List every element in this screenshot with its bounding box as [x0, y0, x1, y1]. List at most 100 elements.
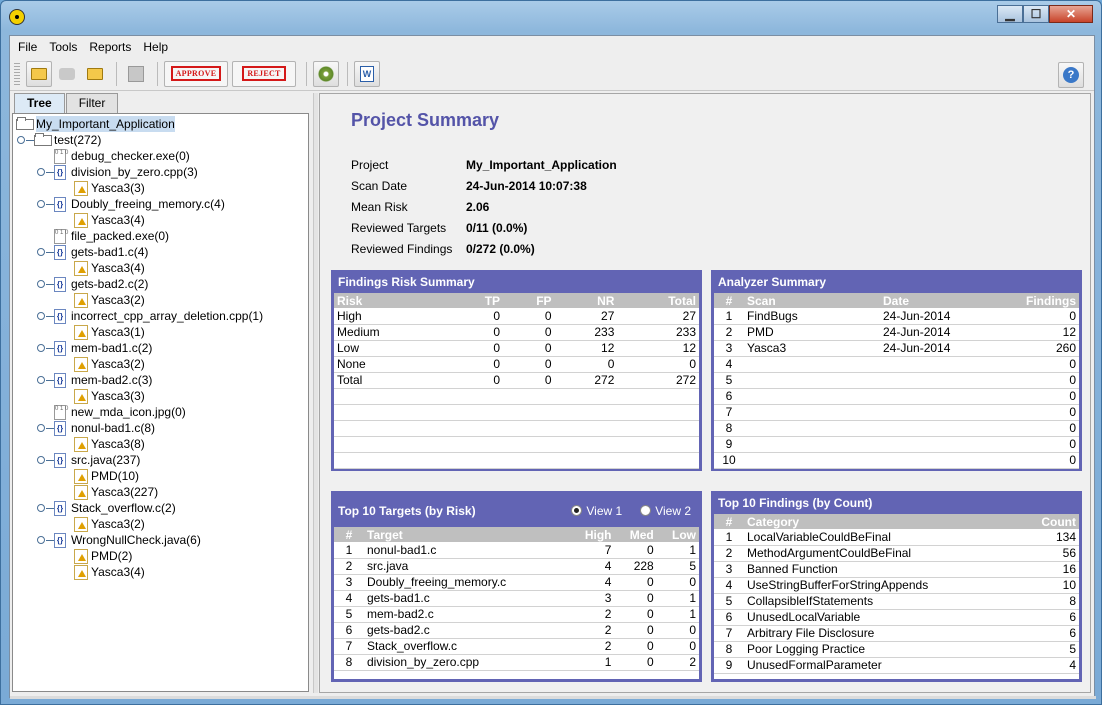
- save-button[interactable]: [123, 61, 149, 87]
- tree-node[interactable]: {} WrongNullCheck.java(6): [54, 532, 201, 548]
- tree-node[interactable]: Yasca3(4): [74, 212, 145, 228]
- col-number[interactable]: #: [714, 293, 744, 308]
- table-row[interactable]: 5 CollapsibleIfStatements 8: [714, 593, 1079, 610]
- help-button[interactable]: ?: [1058, 62, 1084, 88]
- col-fp[interactable]: FP: [503, 293, 555, 308]
- approve-button[interactable]: APPROVE: [164, 60, 228, 87]
- table-row[interactable]: High 0 0 27 27: [334, 308, 699, 325]
- tree-expand-toggle[interactable]: [37, 536, 54, 544]
- tree-expand-toggle[interactable]: [37, 168, 54, 176]
- table-row[interactable]: 3 Banned Function 16: [714, 561, 1079, 578]
- tab-filter[interactable]: Filter: [65, 93, 119, 113]
- col-number[interactable]: #: [334, 527, 364, 542]
- tree-node[interactable]: PMD(2): [74, 548, 132, 564]
- tree-node[interactable]: Yasca3(4): [74, 260, 145, 276]
- tree-node[interactable]: {} mem-bad1.c(2): [54, 340, 152, 356]
- col-high[interactable]: High: [568, 527, 615, 542]
- tree-node[interactable]: Yasca3(8): [74, 436, 145, 452]
- menu-reports[interactable]: Reports: [85, 40, 139, 54]
- table-row[interactable]: Medium 0 0 233 233: [334, 324, 699, 341]
- table-row[interactable]: 1 FindBugs 24-Jun-2014 0: [714, 308, 1079, 325]
- tree-expand-toggle[interactable]: [37, 312, 54, 320]
- table-row[interactable]: 50: [714, 372, 1079, 389]
- view1-radio[interactable]: View 1: [571, 502, 622, 520]
- tree-expand-toggle[interactable]: [37, 424, 54, 432]
- tree-node[interactable]: {} nonul-bad1.c(8): [54, 420, 155, 436]
- tree-expand-toggle[interactable]: [37, 456, 54, 464]
- tree-node[interactable]: {} Stack_overflow.c(2): [54, 500, 176, 516]
- table-row[interactable]: 60: [714, 388, 1079, 405]
- tab-tree[interactable]: Tree: [14, 93, 65, 113]
- col-risk[interactable]: Risk: [334, 293, 452, 308]
- table-row[interactable]: 2 PMD 24-Jun-2014 12: [714, 324, 1079, 341]
- col-number[interactable]: #: [714, 514, 744, 529]
- close-button[interactable]: ✕: [1049, 5, 1093, 23]
- table-row[interactable]: 1 nonul-bad1.c 7 0 1: [334, 542, 699, 559]
- table-row[interactable]: 6 gets-bad2.c 2 0 0: [334, 622, 699, 639]
- tree-node[interactable]: {} src.java(237): [54, 452, 140, 468]
- tree-node[interactable]: Yasca3(2): [74, 292, 145, 308]
- tree-expand-toggle[interactable]: [17, 136, 34, 144]
- table-row[interactable]: 1 LocalVariableCouldBeFinal 134: [714, 529, 1079, 546]
- tree-node[interactable]: {} division_by_zero.cpp(3): [54, 164, 198, 180]
- col-target[interactable]: Target: [364, 527, 569, 542]
- table-row[interactable]: 40: [714, 356, 1079, 373]
- panel-splitter[interactable]: [313, 93, 318, 693]
- tree-node[interactable]: PMD(10): [74, 468, 139, 484]
- word-report-button[interactable]: W: [354, 60, 380, 87]
- table-row[interactable]: 2 src.java 4 228 5: [334, 558, 699, 575]
- col-tp[interactable]: TP: [451, 293, 504, 308]
- table-row[interactable]: 5 mem-bad2.c 2 0 1: [334, 606, 699, 623]
- table-row[interactable]: 2 MethodArgumentCouldBeFinal 56: [714, 545, 1079, 562]
- tree-node[interactable]: Yasca3(2): [74, 516, 145, 532]
- col-scan[interactable]: Scan: [744, 293, 880, 308]
- table-row[interactable]: 3 Yasca3 24-Jun-2014 260: [714, 340, 1079, 357]
- table-row[interactable]: 4 UseStringBufferForStringAppends 10: [714, 577, 1079, 594]
- tree-node[interactable]: Yasca3(4): [74, 564, 145, 580]
- tree-expand-toggle[interactable]: [37, 376, 54, 384]
- table-row[interactable]: 6 UnusedLocalVariable 6: [714, 609, 1079, 626]
- table-row[interactable]: 4 gets-bad1.c 3 0 1: [334, 590, 699, 607]
- col-med[interactable]: Med: [614, 527, 657, 542]
- menu-file[interactable]: File: [14, 40, 45, 54]
- minimize-button[interactable]: ▁: [997, 5, 1023, 23]
- table-row[interactable]: 8 division_by_zero.cpp 1 0 2: [334, 654, 699, 671]
- col-count[interactable]: Count: [1019, 514, 1079, 529]
- tree-expand-toggle[interactable]: [37, 280, 54, 288]
- tree-expand-toggle[interactable]: [37, 504, 54, 512]
- tree-node[interactable]: {} gets-bad2.c(2): [54, 276, 148, 292]
- tree-node[interactable]: Yasca3(3): [74, 180, 145, 196]
- tree-node[interactable]: {} incorrect_cpp_array_deletion.cpp(1): [54, 308, 263, 324]
- tree-node[interactable]: My_Important_Application: [16, 116, 175, 132]
- col-findings[interactable]: Findings: [992, 293, 1079, 308]
- table-row[interactable]: 7 Arbitrary File Disclosure 6: [714, 625, 1079, 642]
- col-category[interactable]: Category: [744, 514, 1020, 529]
- tree-expand-toggle[interactable]: [37, 200, 54, 208]
- reject-button[interactable]: REJECT: [232, 60, 296, 87]
- table-row[interactable]: 90: [714, 436, 1079, 453]
- settings-button[interactable]: [313, 60, 339, 87]
- tree-node[interactable]: {} mem-bad2.c(3): [54, 372, 152, 388]
- tree-node[interactable]: {} gets-bad1.c(4): [54, 244, 148, 260]
- table-row[interactable]: 70: [714, 404, 1079, 421]
- tree-node[interactable]: Yasca3(3): [74, 388, 145, 404]
- toolbar-grip[interactable]: [14, 60, 20, 87]
- tree-node[interactable]: {} Doubly_freeing_memory.c(4): [54, 196, 225, 212]
- comment-button[interactable]: [54, 61, 80, 87]
- col-low[interactable]: Low: [656, 527, 699, 542]
- col-nr[interactable]: NR: [554, 293, 618, 308]
- maximize-button[interactable]: ☐: [1023, 5, 1049, 23]
- table-row[interactable]: 80: [714, 420, 1079, 437]
- table-row[interactable]: 7 Stack_overflow.c 2 0 0: [334, 638, 699, 655]
- table-row[interactable]: 9 UnusedFormalParameter 4: [714, 657, 1079, 674]
- menu-tools[interactable]: Tools: [45, 40, 85, 54]
- table-row[interactable]: Total 0 0 272 272: [334, 372, 699, 389]
- tree-node[interactable]: 0 1 0 new_mda_icon.jpg(0): [54, 404, 186, 420]
- table-row[interactable]: 10 0: [714, 452, 1079, 469]
- tree-expand-toggle[interactable]: [37, 248, 54, 256]
- col-date[interactable]: Date: [880, 293, 993, 308]
- tree-node[interactable]: Yasca3(1): [74, 324, 145, 340]
- tree-node[interactable]: Yasca3(2): [74, 356, 145, 372]
- project-tree[interactable]: My_Important_Application test(272) 0 1 0 de…: [12, 113, 309, 692]
- title-bar[interactable]: ▁ ☐ ✕: [1, 1, 1101, 35]
